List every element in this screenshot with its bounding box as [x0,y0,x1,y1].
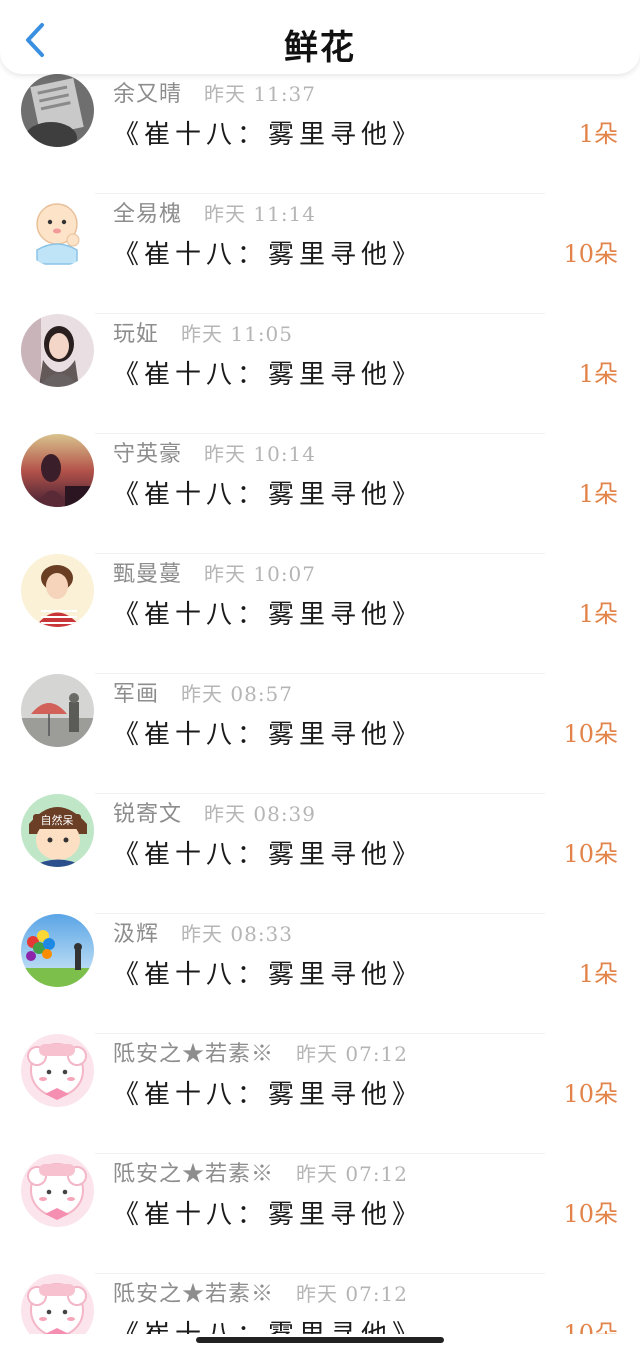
flower-count: 10朵 [563,840,618,868]
avatar[interactable] [21,674,94,747]
timestamp: 昨天 08:57 [181,682,294,706]
timestamp: 昨天 10:07 [204,562,317,586]
list-item[interactable]: 阺安之★若素※ 昨天 07:12 《崔十八：雾里寻他》 10朵 [0,1034,640,1154]
sender-meta: 全易槐 昨天 11:14 [113,196,317,228]
timestamp: 昨天 07:12 [296,1162,409,1186]
flower-count: 1朵 [578,600,618,628]
sender-meta: 军画 昨天 08:57 [113,676,294,708]
avatar[interactable]: 自然呆 [21,794,94,867]
sender-meta: 阺安之★若素※ 昨天 07:12 [113,1276,409,1308]
list-item[interactable]: 全易槐 昨天 11:14 《崔十八：雾里寻他》 10朵 [0,194,640,314]
avatar[interactable] [21,74,94,147]
sender-name[interactable]: 守英豪 [113,436,182,468]
sender-meta: 甄曼蔓 昨天 10:07 [113,556,317,588]
book-title[interactable]: 《崔十八：雾里寻他》 [113,474,423,511]
list-item[interactable]: 甄曼蔓 昨天 10:07 《崔十八：雾里寻他》 1朵 [0,554,640,674]
timestamp: 昨天 07:12 [296,1042,409,1066]
sender-meta: 锐寄文 昨天 08:39 [113,796,317,828]
book-title[interactable]: 《崔十八：雾里寻他》 [113,594,423,631]
book-title[interactable]: 《崔十八：雾里寻他》 [113,234,423,271]
list-item[interactable]: 玩姃 昨天 11:05 《崔十八：雾里寻他》 1朵 [0,314,640,434]
sender-name[interactable]: 阺安之★若素※ [113,1156,274,1188]
sender-name[interactable]: 军画 [113,676,159,708]
avatar[interactable] [21,914,94,987]
list-item[interactable]: 阺安之★若素※ 昨天 07:12 《崔十八：雾里寻他》 10朵 [0,1154,640,1274]
home-indicator[interactable] [196,1337,444,1343]
sender-name[interactable]: 锐寄文 [113,796,182,828]
book-title[interactable]: 《崔十八：雾里寻他》 [113,114,423,151]
flower-count: 1朵 [578,480,618,508]
book-title[interactable]: 《崔十八：雾里寻他》 [113,354,423,391]
book-title[interactable]: 《崔十八：雾里寻他》 [113,1074,423,1111]
flower-count: 1朵 [578,120,618,148]
book-title[interactable]: 《崔十八：雾里寻他》 [113,1194,423,1231]
sender-meta: 玩姃 昨天 11:05 [113,316,294,348]
sender-name[interactable]: 全易槐 [113,196,182,228]
avatar[interactable] [21,1154,94,1227]
sender-meta: 阺安之★若素※ 昨天 07:12 [113,1156,409,1188]
avatar[interactable] [21,314,94,387]
sender-name[interactable]: 汲辉 [113,916,159,948]
list-item[interactable]: 汲辉 昨天 08:33 《崔十八：雾里寻他》 1朵 [0,914,640,1034]
sender-meta: 余又晴 昨天 11:37 [113,76,317,108]
flower-count: 10朵 [563,1080,618,1108]
timestamp: 昨天 11:14 [204,202,317,226]
flower-record-list[interactable]: 余又晴 昨天 11:37 《崔十八：雾里寻他》 1朵 全易槐 昨天 11:14 《崔十八：雾… [0,74,640,1334]
book-title[interactable]: 《崔十八：雾里寻他》 [113,954,423,991]
avatar[interactable] [21,1274,94,1334]
list-item[interactable]: 军画 昨天 08:57 《崔十八：雾里寻他》 10朵 [0,674,640,794]
flower-count: 10朵 [563,1200,618,1228]
list-item[interactable]: 余又晴 昨天 11:37 《崔十八：雾里寻他》 1朵 [0,74,640,194]
flower-count: 1朵 [578,960,618,988]
sender-name[interactable]: 甄曼蔓 [113,556,182,588]
nav-bar: 鲜花 [0,0,640,74]
timestamp: 昨天 11:05 [181,322,294,346]
sender-name[interactable]: 余又晴 [113,76,182,108]
avatar[interactable] [21,1034,94,1107]
avatar-text: 自然呆 [40,815,74,827]
flower-count: 10朵 [563,240,618,268]
list-item[interactable]: 阺安之★若素※ 昨天 07:12 《崔十八：雾里寻他》 10朵 [0,1274,640,1334]
book-title[interactable]: 《崔十八：雾里寻他》 [113,1314,423,1334]
timestamp: 昨天 08:39 [204,802,317,826]
list-item[interactable]: 自然呆 锐寄文 昨天 08:39 《崔十八：雾里寻他》 10朵 [0,794,640,914]
avatar[interactable] [21,554,94,627]
timestamp: 昨天 08:33 [181,922,294,946]
timestamp: 昨天 07:12 [296,1282,409,1306]
sender-name[interactable]: 阺安之★若素※ [113,1036,274,1068]
flower-count: 1朵 [578,360,618,388]
sender-name[interactable]: 阺安之★若素※ [113,1276,274,1308]
avatar[interactable] [21,434,94,507]
sender-name[interactable]: 玩姃 [113,316,159,348]
timestamp: 昨天 10:14 [204,442,317,466]
sender-meta: 守英豪 昨天 10:14 [113,436,317,468]
flower-count: 10朵 [563,1320,618,1334]
sender-meta: 阺安之★若素※ 昨天 07:12 [113,1036,409,1068]
timestamp: 昨天 11:37 [204,82,317,106]
book-title[interactable]: 《崔十八：雾里寻他》 [113,834,423,871]
list-item[interactable]: 守英豪 昨天 10:14 《崔十八：雾里寻他》 1朵 [0,434,640,554]
flower-count: 10朵 [563,720,618,748]
page-title: 鲜花 [284,28,356,68]
avatar[interactable] [21,194,94,267]
book-title[interactable]: 《崔十八：雾里寻他》 [113,714,423,751]
sender-meta: 汲辉 昨天 08:33 [113,916,294,948]
